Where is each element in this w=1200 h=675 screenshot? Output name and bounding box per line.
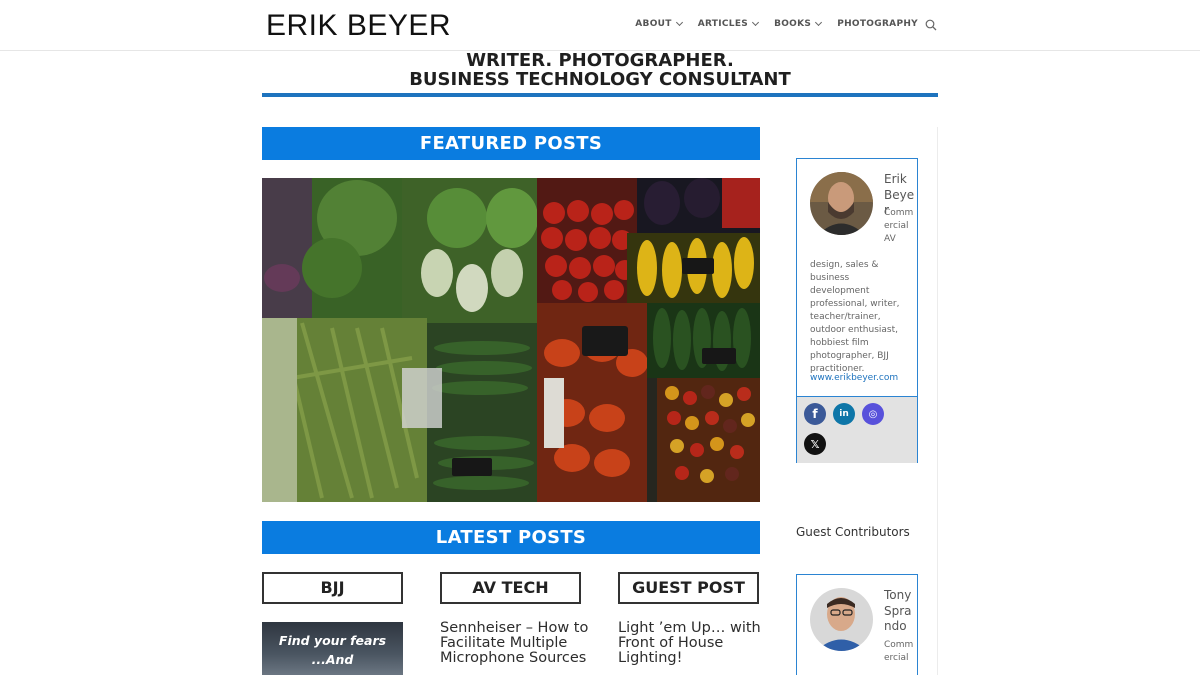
linkedin-icon[interactable]: in [833,403,855,425]
guest-author-name: Tony Sprando [884,588,912,633]
nav-articles-label: ARTICLES [697,19,749,29]
author-card: Erik Beyer Commercial AV design, sales &… [796,158,918,463]
nav-books-label: BOOKS [774,19,812,29]
category-av-tech[interactable]: AV TECH [440,572,581,604]
avatar [810,172,873,235]
latest-posts-heading: LATEST POSTS [262,521,760,554]
guest-post-title[interactable]: Light ’em Up… with Front of House Lighti… [618,621,778,666]
sidebar-divider [937,127,938,675]
instagram-icon[interactable]: ◎ [862,403,884,425]
tagline-divider [262,93,938,97]
tagline-line-1: WRITER. PHOTOGRAPHER. [466,50,734,71]
thumbnail-text-line-2: ...And [311,652,354,667]
author-bio-start: Commercial AV [884,208,914,244]
featured-post-image[interactable] [262,178,760,502]
guest-author-card: Tony Sprando Commercial [796,574,918,675]
thumbnail-text-line-1: Find your fears [278,633,387,648]
author-bio: design, sales & business development pro… [810,260,900,374]
guest-contributors-heading: Guest Contributors [796,525,910,539]
nav-about[interactable]: ABOUT [635,18,683,29]
featured-posts-heading: FEATURED POSTS [262,127,760,160]
facebook-icon[interactable]: f [804,403,826,425]
nav-books[interactable]: BOOKS [774,18,823,29]
site-logo[interactable]: ERIK BEYER [266,9,451,43]
x-icon[interactable]: 𝕏 [804,433,826,455]
nav-photography-label: PHOTOGRAPHY [837,19,918,29]
bjj-post-thumbnail[interactable]: Find your fears ...And [262,622,403,675]
chevron-down-icon [752,18,760,27]
category-guest-post[interactable]: GUEST POST [618,572,759,604]
nav-articles[interactable]: ARTICLES [697,18,760,29]
guest-author-bio-start: Commercial [884,640,914,663]
avatar [810,588,873,651]
nav-about-label: ABOUT [635,19,672,29]
author-website-link[interactable]: www.erikbeyer.com [810,373,898,383]
search-icon[interactable] [925,19,937,31]
nav-photography[interactable]: PHOTOGRAPHY [837,19,918,29]
social-links: f in ◎ 𝕏 [797,396,917,463]
tagline-line-2: BUSINESS TECHNOLOGY CONSULTANT [409,69,791,90]
av-tech-post-title[interactable]: Sennheiser – How to Facilitate Multiple … [440,621,600,666]
chevron-down-icon [675,18,683,27]
main-nav: ABOUT ARTICLES BOOKS PHOTOGRAPHY [635,18,946,29]
site-header: ERIK BEYER ABOUT ARTICLES BOOKS PHOTOGRA… [0,0,1200,51]
category-bjj[interactable]: BJJ [262,572,403,604]
site-tagline: WRITER. PHOTOGRAPHER. BUSINESS TECHNOLOG… [262,51,938,89]
chevron-down-icon [815,18,823,27]
